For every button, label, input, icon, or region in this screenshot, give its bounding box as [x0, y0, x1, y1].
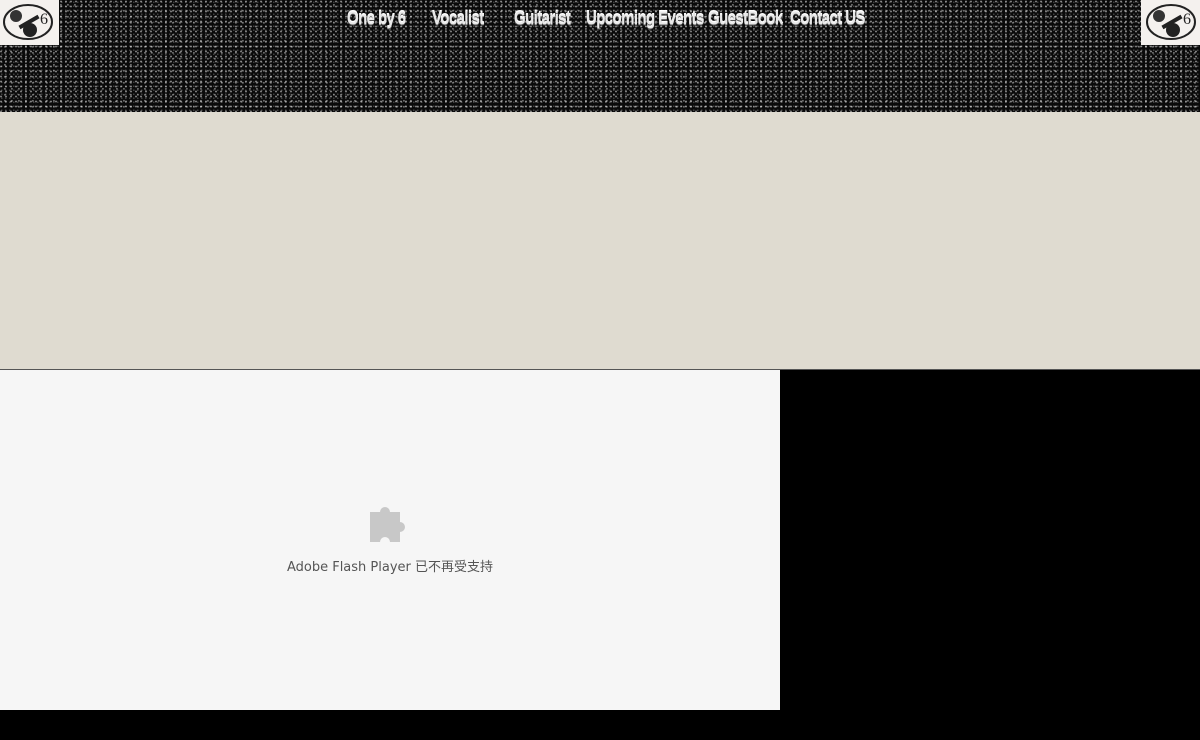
nav-guitarist[interactable]: Guitarist [514, 8, 571, 29]
flash-unsupported-message: Adobe Flash Player 已不再受支持 [286, 560, 494, 575]
nav-upcoming-events[interactable]: Upcoming Events [586, 8, 704, 29]
flash-plugin-placeholder[interactable]: Adobe Flash Player 已不再受支持 [0, 370, 780, 710]
nav-vocalist[interactable]: Vocalist [432, 8, 484, 29]
guitar-logo-icon: 6 [1146, 4, 1196, 40]
top-navigation: One by 6 Vocalist Guitarist Upcoming Eve… [0, 4, 1200, 36]
nav-guestbook[interactable]: GuestBook [708, 8, 783, 29]
svg-text:6: 6 [1183, 11, 1191, 28]
nav-contact-us[interactable]: Contact US [790, 8, 865, 29]
bottom-black-strip [0, 710, 780, 740]
header: 6 One by 6 Vocalist Guitarist Upcoming E… [0, 0, 1200, 112]
banner-area [0, 112, 1200, 370]
site-logo-right[interactable]: 6 [1141, 0, 1200, 45]
nav-one-by-6[interactable]: One by 6 [347, 8, 406, 29]
right-black-panel [780, 370, 1200, 740]
puzzle-piece-icon [370, 507, 405, 542]
